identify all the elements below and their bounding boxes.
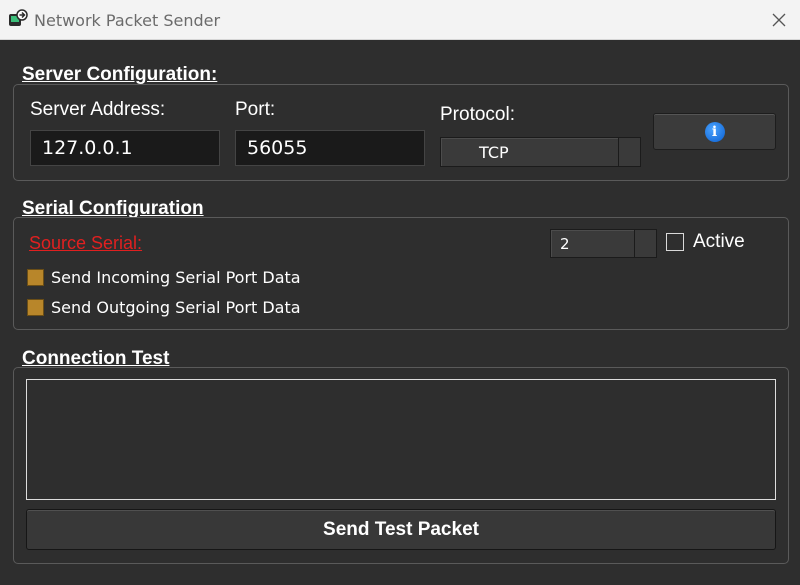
dropdown-arrow-icon xyxy=(634,230,656,257)
send-outgoing-checkbox[interactable] xyxy=(27,299,44,316)
info-icon: i xyxy=(704,121,725,142)
server-config-heading: Server Configuration: xyxy=(22,64,218,85)
title-bar: Network Packet Sender xyxy=(0,0,800,40)
send-incoming-label: Send Incoming Serial Port Data xyxy=(51,268,301,287)
window-title: Network Packet Sender xyxy=(34,11,221,30)
server-address-input[interactable]: 127.0.0.1 xyxy=(30,130,220,166)
send-incoming-checkbox[interactable] xyxy=(27,269,44,286)
protocol-value: TCP xyxy=(479,142,509,162)
server-address-label: Server Address: xyxy=(30,99,166,120)
send-outgoing-label: Send Outgoing Serial Port Data xyxy=(51,298,301,317)
dropdown-arrow-icon xyxy=(618,138,640,166)
main-window: Server Configuration: Server Address: 12… xyxy=(0,40,800,585)
serial-port-dropdown[interactable]: 2 xyxy=(550,229,657,258)
test-output-textarea[interactable] xyxy=(26,379,776,500)
app-icon xyxy=(8,9,28,29)
close-icon xyxy=(772,13,786,27)
protocol-dropdown[interactable]: TCP xyxy=(440,137,641,167)
send-test-packet-button[interactable]: Send Test Packet xyxy=(26,509,776,550)
active-label: Active xyxy=(693,231,745,252)
send-incoming-checkbox-row[interactable]: Send Incoming Serial Port Data xyxy=(27,268,301,287)
protocol-label: Protocol: xyxy=(440,104,515,125)
source-serial-link[interactable]: Source Serial: xyxy=(29,233,142,254)
active-checkbox[interactable] xyxy=(666,233,684,251)
info-button[interactable]: i xyxy=(653,113,776,150)
close-button[interactable] xyxy=(764,6,794,34)
port-input[interactable]: 56055 xyxy=(235,130,425,166)
send-outgoing-checkbox-row[interactable]: Send Outgoing Serial Port Data xyxy=(27,298,301,317)
serial-port-value: 2 xyxy=(560,234,570,253)
port-label: Port: xyxy=(235,99,276,120)
